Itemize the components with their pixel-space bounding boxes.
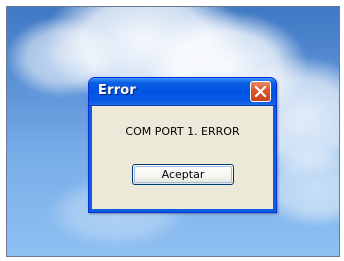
close-icon <box>254 85 267 98</box>
error-message: COM PORT 1. ERROR <box>125 125 240 138</box>
accept-button[interactable]: Aceptar <box>132 164 234 185</box>
desktop-background: Error COM PORT 1. ERROR Aceptar <box>6 6 340 257</box>
dialog-body: COM PORT 1. ERROR Aceptar <box>89 106 276 212</box>
close-button[interactable] <box>250 81 271 102</box>
dialog-title-bar[interactable]: Error <box>89 78 276 106</box>
error-dialog: Error COM PORT 1. ERROR Aceptar <box>88 77 277 213</box>
dialog-title: Error <box>98 83 137 98</box>
